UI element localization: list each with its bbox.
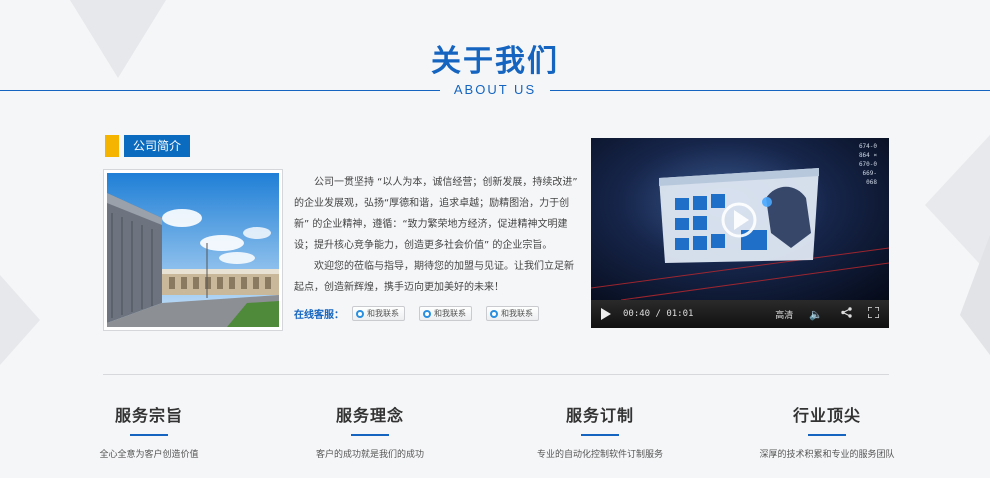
quality-button[interactable]: 高清 bbox=[775, 308, 793, 321]
screen-code: 670-0 bbox=[858, 161, 877, 168]
bg-triangle bbox=[960, 235, 990, 355]
share-glyph bbox=[841, 307, 852, 318]
screen-code: 674-0 bbox=[858, 143, 877, 150]
feature-desc: 客户的成功就是我们的成功 bbox=[315, 450, 424, 460]
intro-tag-label: 公司简介 bbox=[124, 135, 191, 157]
bg-triangle bbox=[0, 275, 40, 365]
feature-title: 服务宗旨 bbox=[114, 406, 183, 425]
video-player[interactable]: 674-0 864 ¤ 670-0 669- 068 00:40 / 01:01… bbox=[591, 138, 889, 328]
feature-desc: 深厚的技术积累和专业的服务团队 bbox=[759, 450, 895, 460]
share-icon[interactable] bbox=[841, 307, 852, 321]
feature-title: 行业顶尖 bbox=[792, 406, 861, 425]
screen-code: 669- bbox=[862, 170, 877, 177]
feature-industry-top: 行业顶尖 深厚的技术积累和专业的服务团队 bbox=[737, 402, 917, 460]
contact-me-label: 和我联系 bbox=[367, 309, 399, 318]
section-title: 关于我们 bbox=[431, 44, 559, 79]
feature-service-purpose: 服务宗旨 全心全意为客户创造价值 bbox=[59, 402, 239, 460]
online-service-label: 在线客服： bbox=[294, 310, 344, 321]
fullscreen-icon[interactable] bbox=[867, 306, 880, 321]
feature-service-custom: 服务订制 专业的自动化控制软件订制服务 bbox=[510, 402, 690, 460]
contact-me-button[interactable]: 和我联系 bbox=[419, 306, 472, 321]
screen-codes: 674-0 864 ¤ 670-0 669- 068 bbox=[859, 142, 877, 187]
video-screen[interactable]: 674-0 864 ¤ 670-0 669- 068 bbox=[591, 138, 889, 301]
qq-icon bbox=[423, 309, 431, 318]
volume-icon[interactable]: 🔈 bbox=[809, 308, 823, 321]
intro-paragraph: 公司一贯坚持 “以人为本，诚信经营；创新发展，持续改进” 的企业发展观，弘扬“厚… bbox=[294, 177, 578, 251]
company-building-photo bbox=[103, 169, 283, 331]
qq-icon bbox=[490, 309, 498, 318]
feature-desc: 全心全意为客户创造价值 bbox=[99, 450, 199, 460]
online-service: 在线客服： 和我联系 和我联系 和我联系 bbox=[294, 306, 553, 321]
qq-icon bbox=[356, 309, 364, 318]
contact-me-label: 和我联系 bbox=[434, 309, 466, 318]
company-intro-text: 公司一贯坚持 “以人为本，诚信经营；创新发展，持续改进” 的企业发展观，弘扬“厚… bbox=[294, 172, 578, 298]
intro-paragraph: 欢迎您的莅临与指导，期待您的加盟与见证。让我们立足新起点，创造新辉煌，携手迈向更… bbox=[294, 261, 574, 293]
tag-accent-bar bbox=[105, 135, 119, 157]
feature-underline bbox=[351, 434, 389, 436]
feature-title: 服务理念 bbox=[335, 406, 404, 425]
fullscreen-glyph bbox=[867, 306, 880, 319]
feature-underline bbox=[130, 434, 168, 436]
intro-tag: 公司简介 bbox=[105, 135, 191, 157]
screen-code: 864 ¤ bbox=[858, 152, 877, 159]
contact-me-button[interactable]: 和我联系 bbox=[352, 306, 405, 321]
play-icon[interactable] bbox=[601, 308, 611, 320]
feature-service-concept: 服务理念 客户的成功就是我们的成功 bbox=[280, 402, 460, 460]
feature-title: 服务订制 bbox=[565, 406, 634, 425]
video-frame-image bbox=[591, 168, 889, 301]
contact-me-label: 和我联系 bbox=[501, 309, 533, 318]
video-controls: 00:40 / 01:01 高清 🔈 bbox=[591, 300, 889, 328]
section-subtitle: ABOUT US bbox=[440, 82, 550, 97]
feature-underline bbox=[581, 434, 619, 436]
screen-code: 068 bbox=[866, 179, 877, 186]
feature-desc: 专业的自动化控制软件订制服务 bbox=[536, 450, 663, 460]
feature-underline bbox=[808, 434, 846, 436]
contact-me-button[interactable]: 和我联系 bbox=[486, 306, 539, 321]
video-time: 00:40 / 01:01 bbox=[623, 309, 694, 319]
building-image bbox=[107, 173, 279, 327]
section-divider bbox=[103, 374, 889, 375]
